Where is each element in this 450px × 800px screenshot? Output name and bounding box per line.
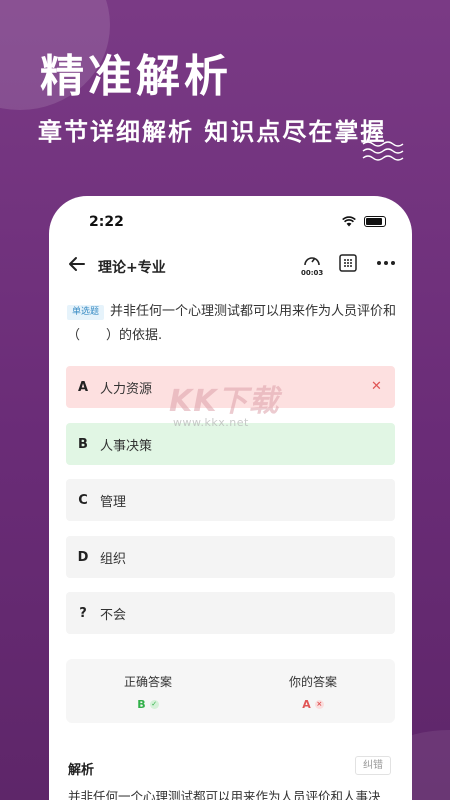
your-answer: 你的答案 A × [238,673,388,711]
question-body: 并非任何一个心理测试都可以用来作为人员评价和（ ）的依据. [67,304,397,343]
cross-icon: × [314,700,324,709]
correct-answer: 正确答案 B ✓ [73,673,223,711]
your-answer-value: A [302,698,311,711]
answer-sheet-icon[interactable] [339,254,357,272]
option-text: 组织 [100,551,127,567]
option-text: 管理 [100,494,127,510]
option-d[interactable]: D 组织 [66,536,395,578]
status-time: 2:22 [89,214,124,230]
option-letter: C [78,492,88,508]
option-letter: A [77,379,89,395]
your-answer-label: 你的答案 [288,675,337,689]
answer-summary: 正确答案 B ✓ 你的答案 A × [66,659,395,723]
option-c[interactable]: C 管理 [66,479,395,521]
correct-answer-label: 正确答案 [123,675,172,689]
back-arrow-icon[interactable] [67,254,87,274]
timer-button[interactable]: 00:03 [301,252,323,277]
question-text: 单选题 并非任何一个心理测试都可以用来作为人员评价和（ ）的依据. [67,300,397,348]
option-unknown[interactable]: ? 不会 [66,592,395,634]
promo-subline: 章节详细解析 知识点尽在掌握 [38,118,387,146]
promo-headline: 精准解析 [40,51,232,102]
option-text: 人力资源 [100,381,153,397]
wave-icon [362,141,404,161]
option-letter: B [78,436,88,452]
option-letter: ? [79,605,87,621]
option-text: 人事决策 [100,438,153,454]
wifi-icon [342,216,356,227]
navbar: 理论+专业 00:03 [49,252,412,280]
page-title: 理论+专业 [98,260,166,276]
correct-answer-value: B [137,698,146,711]
option-letter: D [77,549,89,565]
wrong-icon: ✕ [371,379,382,394]
status-icons [342,216,386,227]
analysis-title: 解析 [68,763,95,778]
analysis-text: 并非任何一个心理测试都可以用来作为人员评价和人事决 [68,789,381,800]
check-icon: ✓ [149,700,159,709]
report-error-button[interactable]: 纠错 [355,756,391,775]
timer-icon [304,257,320,266]
option-a[interactable]: A 人力资源 ✕ [66,366,395,408]
more-icon[interactable] [377,261,395,265]
question-type-tag: 单选题 [67,305,105,320]
option-text: 不会 [100,607,127,623]
phone-screen: 2:22 理论+专业 00:03 单选题 并非任何一个心理测试都可以用来作为人员… [49,196,412,800]
battery-icon [364,216,386,227]
timer-value: 00:03 [301,269,324,277]
option-b[interactable]: B 人事决策 [66,423,395,465]
